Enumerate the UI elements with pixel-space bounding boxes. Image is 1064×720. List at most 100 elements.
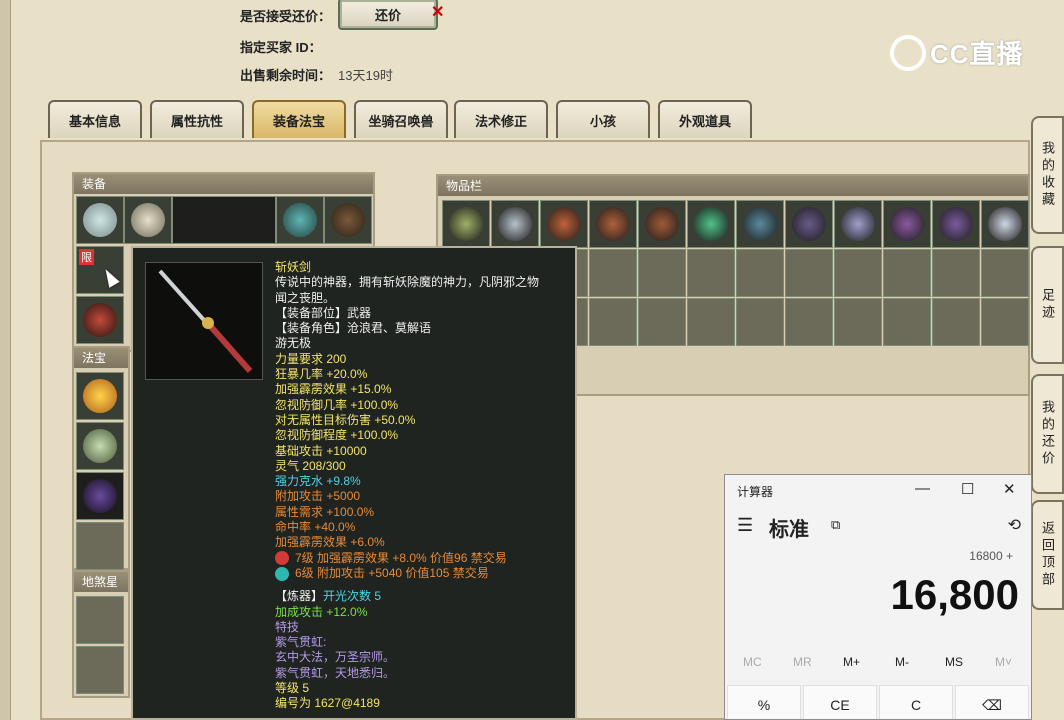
inventory-slot[interactable] xyxy=(589,298,637,346)
inventory-slot[interactable] xyxy=(932,298,980,346)
inventory-item-icon xyxy=(498,207,532,241)
side-tab-my-counteroffers[interactable]: 我的还价 xyxy=(1031,374,1064,494)
inventory-slot[interactable] xyxy=(638,200,686,248)
tab-mounts-summons[interactable]: 坐骑召唤兽 xyxy=(354,100,448,138)
tab-child[interactable]: 小孩 xyxy=(556,100,650,138)
star-slot-1[interactable] xyxy=(76,596,124,644)
tab-appearance-items[interactable]: 外观道具 xyxy=(658,100,752,138)
calculator-window: 计算器 — ☐ ✕ ☰ 标准 ⧉ ⟲ 16800 + 16,800 MC MR … xyxy=(724,474,1032,720)
inventory-slot[interactable] xyxy=(491,200,539,248)
tooltip-line: 【装备部位】武器 xyxy=(275,305,372,320)
buyer-id-label: 指定买家 ID： xyxy=(240,40,322,55)
treasure-slot-3[interactable] xyxy=(76,472,124,520)
inventory-slot[interactable] xyxy=(736,249,784,297)
inventory-slot[interactable] xyxy=(932,249,980,297)
tooltip-line: 命中率 +40.0% xyxy=(275,520,356,535)
inventory-slot[interactable] xyxy=(638,249,686,297)
inventory-slot[interactable] xyxy=(785,200,833,248)
tab-attributes[interactable]: 属性抗性 xyxy=(150,100,244,138)
inventory-group-title: 物品栏 xyxy=(438,176,1028,196)
equip-slot-4[interactable] xyxy=(324,196,372,244)
tooltip-line: 紫气贯虹，天地悉归。 xyxy=(275,665,396,680)
inventory-slot[interactable] xyxy=(442,200,490,248)
inventory-slot[interactable] xyxy=(589,249,637,297)
inventory-slot[interactable] xyxy=(932,200,980,248)
inventory-slot[interactable] xyxy=(540,200,588,248)
inventory-item-icon xyxy=(792,207,826,241)
tab-equipment-treasure[interactable]: 装备法宝 xyxy=(252,100,346,138)
equip-slot-6[interactable] xyxy=(76,296,124,344)
memory-clear-button[interactable]: MC xyxy=(743,655,762,669)
memory-add-button[interactable]: M+ xyxy=(843,655,860,669)
equipment-group-title: 装备 xyxy=(74,174,373,194)
tooltip-line: 加成攻击 +12.0% xyxy=(275,604,368,619)
inventory-slot[interactable] xyxy=(687,249,735,297)
equip-slot-weapon[interactable] xyxy=(172,196,276,244)
equip-slot-2[interactable] xyxy=(124,196,172,244)
backspace-key[interactable]: ⌫ xyxy=(955,685,1029,719)
menu-icon[interactable]: ☰ xyxy=(737,515,753,536)
treasure-group-title: 法宝 xyxy=(74,348,128,368)
cc-live-logo: CC直播 xyxy=(890,34,1024,71)
tooltip-line: 属性需求 +100.0% xyxy=(275,504,375,519)
tooltip-line: 忽视防御程度 +100.0% xyxy=(275,428,399,443)
memory-recall-button[interactable]: MR xyxy=(793,655,812,669)
inventory-slot[interactable] xyxy=(785,249,833,297)
equip-slot-1[interactable] xyxy=(76,196,124,244)
equip-slot-5[interactable]: 限 xyxy=(76,246,124,294)
tab-basic-info[interactable]: 基本信息 xyxy=(48,100,142,138)
inventory-slot[interactable] xyxy=(785,298,833,346)
memory-list-button[interactable]: M˅ xyxy=(995,655,1012,669)
inventory-slot[interactable] xyxy=(834,249,882,297)
tooltip-line: 加强霹雳效果 +6.0% xyxy=(275,535,385,550)
minimize-icon[interactable]: — xyxy=(915,480,930,497)
inventory-slot[interactable] xyxy=(687,200,735,248)
clear-key[interactable]: C xyxy=(879,685,953,719)
inventory-slot[interactable] xyxy=(736,200,784,248)
percent-key[interactable]: % xyxy=(727,685,801,719)
equip-slot-3[interactable] xyxy=(276,196,324,244)
counter-offer-button[interactable]: 还价 xyxy=(338,0,438,30)
inventory-item-icon xyxy=(449,207,483,241)
inventory-slot[interactable] xyxy=(981,200,1029,248)
treasure-slot-1[interactable] xyxy=(76,372,124,420)
star-slot-2[interactable] xyxy=(76,646,124,694)
inventory-slot[interactable] xyxy=(834,200,882,248)
keep-on-top-icon[interactable]: ⧉ xyxy=(831,517,840,533)
clear-entry-key[interactable]: CE xyxy=(803,685,877,719)
memory-subtract-button[interactable]: M- xyxy=(895,655,909,669)
side-tab-favorites[interactable]: 我的收藏 xyxy=(1031,116,1064,234)
treasure-slot-2[interactable] xyxy=(76,422,124,470)
star-group: 地煞星局 xyxy=(72,570,130,698)
inventory-slot[interactable] xyxy=(589,200,637,248)
inventory-slot[interactable] xyxy=(834,298,882,346)
inventory-slot[interactable] xyxy=(981,298,1029,346)
inventory-slot[interactable] xyxy=(883,200,931,248)
inventory-slot[interactable] xyxy=(736,298,784,346)
inventory-slot[interactable] xyxy=(883,298,931,346)
side-tab-back-to-top[interactable]: 返回顶部 xyxy=(1031,500,1064,610)
history-icon[interactable]: ⟲ xyxy=(1008,515,1021,535)
inventory-slot[interactable] xyxy=(883,249,931,297)
side-tab-footprint[interactable]: 足迹 xyxy=(1031,246,1064,364)
treasure-slot-4[interactable] xyxy=(76,522,124,570)
tooltip-text: 斩妖剑 传说中的神器，拥有斩妖除魔的神力，凡阴邪之物 闻之丧胆。 【装备部位】武器 【装… xyxy=(275,260,575,712)
inventory-slot[interactable] xyxy=(687,298,735,346)
tooltip-line: 加强霹雳效果 +15.0% xyxy=(275,382,392,397)
inventory-item-icon xyxy=(645,207,679,241)
logo-mark-icon xyxy=(890,34,926,71)
inventory-slot[interactable] xyxy=(638,298,686,346)
tooltip-line: 传说中的神器，拥有斩妖除魔的神力，凡阴邪之物 xyxy=(275,275,540,290)
maximize-icon[interactable]: ☐ xyxy=(961,480,974,498)
inventory-item-icon xyxy=(841,207,875,241)
inventory-slot[interactable] xyxy=(981,249,1029,297)
gem-line: 6级 附加攻击 +5040 价值105 禁交易 xyxy=(275,566,575,581)
gem-icon xyxy=(275,566,289,581)
tab-spell-modifiers[interactable]: 法术修正 xyxy=(454,100,548,138)
remaining-time-label: 出售剩余时间： xyxy=(240,68,332,83)
tooltip-line: 对无属性目标伤害 +50.0% xyxy=(275,412,416,427)
memory-store-button[interactable]: MS xyxy=(945,655,963,669)
gem-text: 7级 加强霹雳效果 +8.0% 价值96 禁交易 xyxy=(295,550,507,565)
close-icon[interactable]: ✕ xyxy=(1003,480,1016,498)
refine-label: 【炼器】 xyxy=(275,589,324,604)
